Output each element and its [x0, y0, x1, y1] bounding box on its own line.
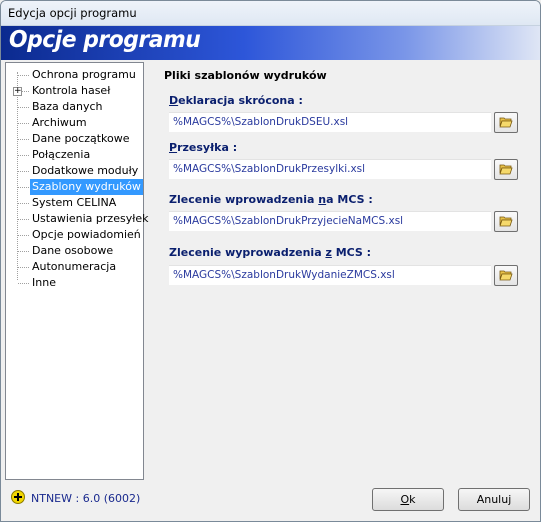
tree-branch-line [18, 219, 29, 220]
tree-branch-line [18, 75, 29, 76]
tree-branch-line [18, 171, 29, 172]
tree-item[interactable]: Ustawienia przesyłek [30, 211, 150, 227]
tree-branch-line [18, 267, 29, 268]
folder-open-icon [499, 117, 513, 128]
tree-branch-line [18, 155, 29, 156]
tree-item[interactable]: Archiwum [30, 115, 89, 131]
tree-branch-line [18, 139, 29, 140]
options-dialog: Edycja opcji programu Opcje programu Och… [0, 0, 541, 522]
label-declaration: Deklaracja skrócona : [169, 94, 303, 107]
tree-branch-line [18, 187, 29, 188]
tree-item[interactable]: Dane osobowe [30, 243, 115, 259]
tree-item[interactable]: Ochrona programu [30, 67, 138, 83]
tree-item[interactable]: Autonumeracja [30, 259, 118, 275]
tree-item[interactable]: Inne [30, 275, 58, 291]
section-heading: Pliki szablonów wydruków [164, 69, 327, 82]
tree-item[interactable]: Dodatkowe moduły [30, 163, 140, 179]
version-text: NTNEW : 6.0 (6002) [31, 492, 141, 505]
shipment-template-field[interactable]: %MAGCS%\SzablonDrukPrzesylki.xsl [169, 159, 491, 179]
declaration-template-field[interactable]: %MAGCS%\SzablonDrukDSEU.xsl [169, 112, 491, 132]
banner-title: Opcje programu [9, 27, 201, 53]
folder-open-icon [499, 216, 513, 227]
tree-item[interactable]: Połączenia [30, 147, 92, 163]
version-info: NTNEW : 6.0 (6002) [11, 490, 140, 505]
tree-branch-line [18, 251, 29, 252]
tree-branch-line [18, 123, 29, 124]
header-banner: Opcje programu [1, 26, 540, 60]
tree-branch-line [18, 107, 29, 108]
cancel-button[interactable]: Anuluj [458, 488, 530, 511]
tree-item[interactable]: System CELINA [30, 195, 118, 211]
browse-button-shipment[interactable] [494, 159, 518, 180]
label-mcs-out: Zlecenie wyprowadzenia z MCS : [169, 246, 372, 259]
folder-open-icon [499, 164, 513, 175]
browse-button-mcs-in[interactable] [494, 211, 518, 232]
label-shipment: Przesyłka : [169, 141, 238, 154]
window-title: Edycja opcji programu [8, 6, 137, 20]
tree-item[interactable]: Opcje powiadomień [30, 227, 143, 243]
browse-button-mcs-out[interactable] [494, 265, 518, 286]
mcs-out-template-field[interactable]: %MAGCS%\SzablonDrukWydanieZMCS.xsl [169, 265, 491, 285]
tree-item[interactable]: Kontrola haseł [30, 83, 112, 99]
tree-item[interactable]: Baza danych [30, 99, 105, 115]
tree-branch-line [18, 203, 29, 204]
tree-item[interactable]: Szablony wydruków [30, 179, 143, 195]
tree-item[interactable]: Dane początkowe [30, 131, 132, 147]
folder-open-icon [499, 270, 513, 281]
tree-connector-line [17, 72, 18, 280]
ok-button[interactable]: Ok [372, 488, 444, 511]
options-tree[interactable]: Ochrona programu + Kontrola haseł Baza dany… [5, 62, 148, 480]
mcs-in-template-field[interactable]: %MAGCS%\SzablonDrukPrzyjecieNaMCS.xsl [169, 211, 491, 231]
label-mcs-in: Zlecenie wprowadzenia na MCS : [169, 193, 373, 206]
tree-branch-line [18, 283, 29, 284]
tree-expander-icon[interactable]: + [13, 87, 22, 96]
plus-circle-icon [11, 490, 25, 504]
tree-branch-line [18, 235, 29, 236]
browse-button-declaration[interactable] [494, 112, 518, 133]
title-bar[interactable]: Edycja opcji programu [1, 1, 540, 26]
